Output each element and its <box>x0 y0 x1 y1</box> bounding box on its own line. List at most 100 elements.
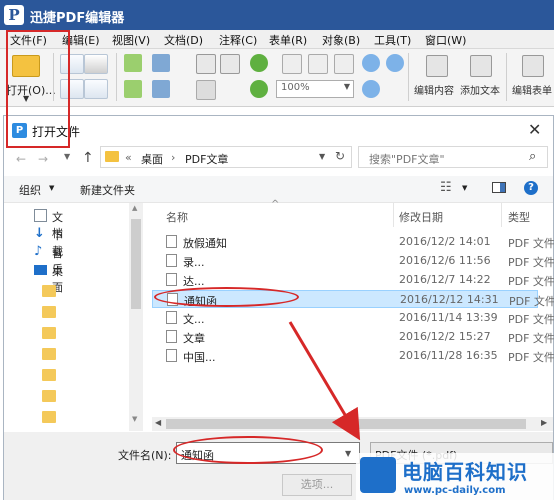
menu-form[interactable]: 表单(R) <box>269 32 307 48</box>
hand-tool-icon[interactable] <box>196 54 216 74</box>
title-bar: P 迅捷PDF编辑器 <box>0 0 554 30</box>
redo-icon[interactable] <box>152 80 170 98</box>
edit-form-icon[interactable] <box>522 55 544 77</box>
refresh-icon[interactable]: ↻ <box>335 149 345 163</box>
highlight-selected-file <box>154 287 299 307</box>
close-icon[interactable]: ✕ <box>528 120 541 139</box>
toolbar-separator <box>506 53 507 101</box>
edit-form-label[interactable]: 编辑表单 <box>512 82 552 97</box>
folder-icon[interactable] <box>42 348 56 360</box>
menu-object[interactable]: 对象(B) <box>322 32 360 48</box>
select-text-icon[interactable] <box>220 54 240 74</box>
scroll-up-icon[interactable]: ▲ <box>132 204 137 212</box>
desktop-icon <box>34 265 47 275</box>
back-icon[interactable]: ← <box>16 152 26 166</box>
zoom-select[interactable]: 100% ▼ <box>276 80 354 98</box>
folder-icon[interactable] <box>42 411 56 423</box>
file-type: PDF 文件 <box>508 237 554 250</box>
folder-icon[interactable] <box>42 369 56 381</box>
menu-document[interactable]: 文档(D) <box>164 32 203 48</box>
forward-icon[interactable]: → <box>38 152 48 166</box>
file-date: 2016/11/28 16:35 <box>399 349 498 362</box>
fit-page-icon[interactable] <box>308 54 328 74</box>
zoom-out-icon[interactable] <box>362 54 380 72</box>
add-text-label[interactable]: 添加文本 <box>460 82 500 97</box>
up-icon[interactable]: ↑ <box>82 150 94 166</box>
file-row[interactable]: 中国... 2016/11/28 16:35 PDF 文件 <box>152 347 554 365</box>
file-row[interactable]: 放假通知 2016/12/2 14:01 PDF 文件 <box>152 233 554 251</box>
menu-comment[interactable]: 注释(C) <box>219 32 257 48</box>
edit-content-icon[interactable] <box>426 55 448 77</box>
file-type: PDF 文件 <box>508 256 554 269</box>
preview-pane-icon[interactable] <box>492 182 506 193</box>
column-divider[interactable] <box>393 203 394 227</box>
scrollbar-thumb[interactable] <box>166 419 526 429</box>
organize-button[interactable]: 组织 <box>19 182 41 198</box>
recent-dropdown-icon[interactable]: ▼ <box>64 152 70 161</box>
rotate-icon[interactable] <box>250 54 268 72</box>
fit-width-icon[interactable] <box>334 54 354 74</box>
scroll-left-icon[interactable]: ◀ <box>155 418 161 427</box>
menu-window[interactable]: 窗口(W) <box>425 32 466 48</box>
pdf-file-icon <box>166 235 177 248</box>
horizontal-scrollbar[interactable]: ◀ ▶ <box>152 417 553 431</box>
new-folder-button[interactable]: 新建文件夹 <box>80 182 135 198</box>
view-options-icon[interactable]: ☷ <box>440 180 452 195</box>
folder-icon[interactable] <box>42 327 56 339</box>
file-row[interactable]: 文... 2016/11/14 13:39 PDF 文件 <box>152 309 554 327</box>
breadcrumb-desktop[interactable]: 桌面 <box>141 151 163 167</box>
edit-content-label[interactable]: 编辑内容 <box>414 82 454 97</box>
help-icon[interactable]: ? <box>524 181 538 195</box>
scrollbar-thumb[interactable] <box>131 219 141 309</box>
scroll-down-icon[interactable]: ▼ <box>132 415 137 423</box>
email-icon[interactable] <box>84 79 108 99</box>
menu-tools[interactable]: 工具(T) <box>374 32 411 48</box>
folder-icon <box>105 151 119 162</box>
add-text-icon[interactable] <box>470 55 492 77</box>
pdf-file-icon <box>166 330 177 343</box>
folder-icon[interactable] <box>42 306 56 318</box>
address-bar[interactable]: « 桌面 › PDF文章 ▼ ↻ <box>100 146 352 168</box>
column-header-date[interactable]: 修改日期 <box>399 209 443 225</box>
scroll-right-icon[interactable]: ▶ <box>541 418 547 427</box>
download-icon: ↓ <box>34 226 45 241</box>
file-row[interactable]: 录... 2016/12/6 11:56 PDF 文件 <box>152 252 554 270</box>
breadcrumb-pdf-articles[interactable]: PDF文章 <box>185 151 228 167</box>
file-name: 放假通知 <box>183 237 227 250</box>
filename-label: 文件名(N): <box>118 449 172 462</box>
file-type: PDF 文件 <box>508 313 554 326</box>
menu-view[interactable]: 视图(V) <box>112 32 150 48</box>
back-arrow-icon[interactable] <box>124 54 142 72</box>
folder-icon[interactable] <box>42 390 56 402</box>
print-icon[interactable] <box>84 54 108 74</box>
snapshot-icon[interactable] <box>196 80 216 100</box>
pdf-file-icon <box>166 311 177 324</box>
search-icon[interactable]: ⌕ <box>529 149 536 164</box>
rotate-back-icon[interactable] <box>250 80 268 98</box>
chevron-down-icon[interactable]: ▼ <box>319 152 325 161</box>
file-name: 文... <box>183 313 205 326</box>
column-divider[interactable] <box>501 203 502 227</box>
chevron-down-icon[interactable]: ▼ <box>462 184 467 192</box>
actual-size-icon[interactable] <box>282 54 302 74</box>
document-icon <box>34 209 47 222</box>
search-input[interactable]: 搜索"PDF文章" ⌕ <box>358 146 548 168</box>
nav-scrollbar[interactable]: ▲ ▼ <box>129 203 143 431</box>
file-name: 文章 <box>183 332 205 345</box>
column-header-type[interactable]: 类型 <box>508 209 530 225</box>
folder-icon[interactable] <box>42 285 56 297</box>
toolbar: 打开(O)... ▼ <box>0 49 554 107</box>
file-type: PDF 文件 <box>508 332 554 345</box>
column-header-name[interactable]: 名称 <box>166 209 188 225</box>
breadcrumb-separator[interactable]: › <box>171 151 175 164</box>
options-button[interactable]: 选项... <box>282 474 352 496</box>
zoom-in-icon[interactable] <box>386 54 404 72</box>
undo-icon[interactable] <box>152 54 170 72</box>
file-date: 2016/12/2 15:27 <box>399 330 491 343</box>
zoom-tool-icon[interactable] <box>362 80 380 98</box>
breadcrumb-overflow[interactable]: « <box>125 151 132 164</box>
chevron-down-icon[interactable]: ▼ <box>345 449 351 458</box>
chevron-down-icon[interactable]: ▼ <box>49 184 54 192</box>
forward-arrow-icon[interactable] <box>124 80 142 98</box>
file-row[interactable]: 文章 2016/12/2 15:27 PDF 文件 <box>152 328 554 346</box>
